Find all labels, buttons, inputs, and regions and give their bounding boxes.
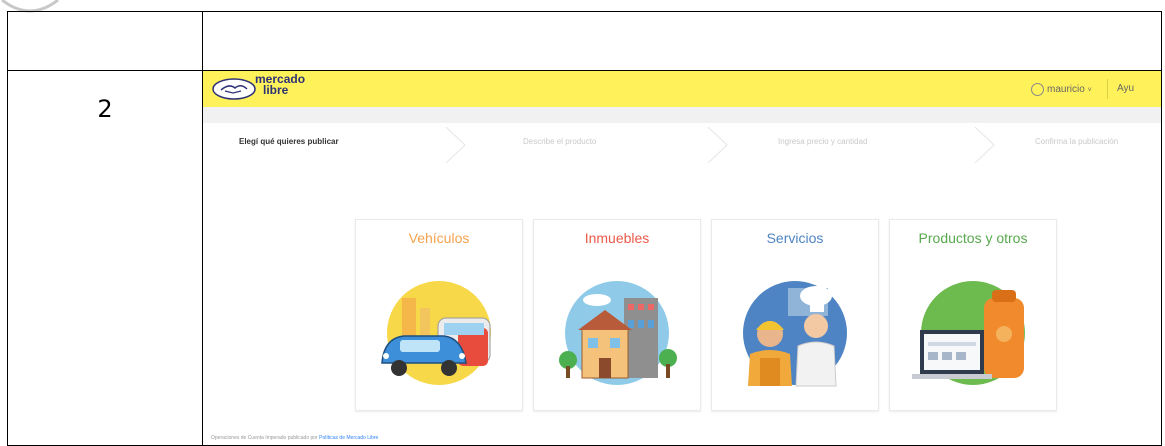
table-cell-empty-right [202,11,1162,71]
user-avatar-icon [1031,83,1044,96]
user-menu[interactable]: mauricio ˅ [1031,83,1092,96]
chevron-down-icon: ˅ [1087,87,1092,95]
footer-note: Operaciones de Cuenta Imperado publicado… [211,435,378,441]
mercadolibre-screenshot: mercado libre mauricio ˅ Ayu Elegí qué q… [203,71,1161,445]
handshake-logo-icon[interactable] [211,77,257,101]
category-card-servicios[interactable]: Servicios [711,219,879,411]
publish-steps: Elegí qué quieres publicar Describe el p… [203,123,1161,167]
row-number: 2 [97,95,113,123]
category-title: Servicios [766,230,824,246]
table-cell-empty-left [7,11,203,71]
step-1[interactable]: Elegí qué quieres publicar [239,137,339,146]
user-name: mauricio [1047,84,1085,96]
category-card-inmuebles[interactable]: Inmuebles [533,219,701,411]
cars-illustration-icon [381,281,491,385]
header-divider [1107,79,1108,99]
step-chevrons [445,126,995,164]
logo-line-2: libre [263,83,289,97]
products-illustration-icon [912,281,1025,385]
category-title: Vehículos [408,230,470,246]
screenshot-cell: mercado libre mauricio ˅ Ayu Elegí qué q… [202,70,1162,446]
help-link[interactable]: Ayu [1117,83,1134,94]
document-table: 2 mercado libre mauricio ˅ Ayu Elegí qué… [7,11,1162,446]
footer-link[interactable]: Políticas de Mercado Libre [319,435,378,441]
workers-illustration-icon [743,281,847,387]
category-title: Inmuebles [584,230,650,246]
category-card-vehiculos[interactable]: Vehículos [355,219,523,411]
footer-text: Operaciones de Cuenta Imperado publicado… [211,435,318,441]
row-number-cell: 2 [7,70,203,446]
step-3[interactable]: Ingresa precio y cantidad [778,137,867,146]
subheader-bar [203,107,1161,123]
step-4[interactable]: Confirma la publicación [1035,137,1118,146]
site-header: mercado libre mauricio ˅ Ayu [203,71,1161,107]
step-2[interactable]: Describe el producto [523,137,596,146]
category-card-productos[interactable]: Productos y otros [889,219,1057,411]
buildings-illustration-icon [559,281,677,385]
category-title: Productos y otros [918,230,1028,246]
logo-wordmark[interactable]: mercado libre [255,73,305,97]
